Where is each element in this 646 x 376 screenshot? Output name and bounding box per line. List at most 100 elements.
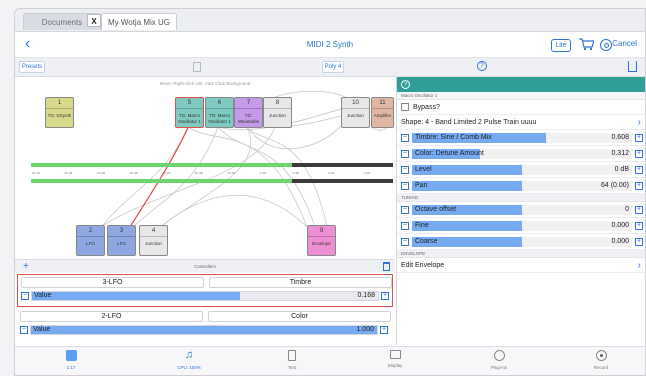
unit-7-node[interactable]: 7 TG: Wavetable xyxy=(234,97,263,128)
edit-envelope-row[interactable]: Edit Envelope › xyxy=(397,258,645,273)
increment-button[interactable]: + xyxy=(635,206,643,214)
decrement-button[interactable]: − xyxy=(401,222,409,230)
unit-2-node[interactable]: 2 LFO xyxy=(76,225,105,256)
param-row-coarse: − Coarse 0.000 + xyxy=(397,234,645,250)
poly-button[interactable]: Poly 4 xyxy=(322,61,344,73)
decrement-button[interactable]: − xyxy=(401,206,409,214)
decrement-button[interactable]: − xyxy=(20,326,28,334)
decrement-button[interactable]: − xyxy=(401,134,409,142)
text-button[interactable]: Text xyxy=(262,350,322,370)
increment-button[interactable]: + xyxy=(635,238,643,246)
unit-number: 2 xyxy=(77,226,104,237)
increment-button[interactable]: + xyxy=(635,182,643,190)
unit-5-node[interactable]: 5 TG: Macro Oscillator 1 xyxy=(175,97,204,128)
decrement-button[interactable]: − xyxy=(401,166,409,174)
param-slider[interactable]: Timbre: Sine / Comb Mix 0.608 xyxy=(412,133,632,143)
controller-target-button[interactable]: Timbre xyxy=(209,277,392,288)
unit-8-node[interactable]: 8 Junction xyxy=(263,97,292,128)
increment-button[interactable]: + xyxy=(635,222,643,230)
slider-value: 0.168 xyxy=(357,292,375,299)
controller-value-slider[interactable]: Value 0.168 xyxy=(31,291,379,301)
param-label: Color: Detune Amount xyxy=(415,150,484,157)
record-icon xyxy=(595,350,607,361)
param-slider[interactable]: Level 0 dB xyxy=(412,165,632,175)
lite-button[interactable]: Lite xyxy=(551,39,571,52)
decrement-button[interactable]: − xyxy=(21,292,29,300)
gear-icon[interactable] xyxy=(600,39,612,51)
controller-target-button[interactable]: Color xyxy=(208,311,391,322)
cart-icon[interactable] xyxy=(578,37,594,51)
unit-1-node[interactable]: 1 TG: DSynth xyxy=(45,97,74,128)
param-row-octave: − Octave offset 0 + xyxy=(397,202,645,218)
decrement-button[interactable]: − xyxy=(401,150,409,158)
increment-button[interactable]: + xyxy=(635,150,643,158)
decrement-button[interactable]: − xyxy=(401,238,409,246)
bypass-row[interactable]: Bypass? xyxy=(397,100,645,115)
controller-source-button[interactable]: 2-LFO xyxy=(20,311,203,322)
param-row-timbre: − Timbre: Sine / Comb Mix 0.608 + xyxy=(397,130,645,146)
unit-label: TG: DSynth xyxy=(47,113,72,118)
controller-value-row: − Value 1.000 + xyxy=(20,325,388,336)
bypass-label: Bypass? xyxy=(413,104,440,111)
unit-number: 11 xyxy=(372,98,393,109)
increment-button[interactable]: + xyxy=(635,166,643,174)
increment-button[interactable]: + xyxy=(381,292,389,300)
trash-icon[interactable] xyxy=(383,262,390,271)
param-slider[interactable]: Coarse 0.000 xyxy=(412,237,632,247)
music-note-icon: ♫ xyxy=(184,349,194,361)
plugins-label: Plug-ins xyxy=(490,365,508,370)
increment-button[interactable]: + xyxy=(380,326,388,334)
param-slider[interactable]: Fine 0.000 xyxy=(412,221,632,231)
unit-label: TG: Macro Oscillator 1 xyxy=(178,113,201,124)
unit-label: Junction xyxy=(269,113,286,118)
close-tab-button[interactable]: X xyxy=(87,14,101,27)
help-icon[interactable]: ? xyxy=(477,61,487,71)
image-icon xyxy=(389,350,401,359)
meter-tick: -15 dB xyxy=(193,171,203,175)
mixer-button[interactable]: ♫ CPU: 100% xyxy=(159,349,219,371)
edit-envelope-label: Edit Envelope xyxy=(401,262,445,269)
param-slider[interactable]: Octave offset 0 xyxy=(412,205,632,215)
stop-button[interactable]: 1:17 xyxy=(41,350,101,370)
stop-icon xyxy=(65,350,77,361)
plugins-button[interactable]: Plug-ins xyxy=(469,350,529,370)
unit-4-node[interactable]: 4 Junction xyxy=(139,225,168,256)
slider-fill xyxy=(31,326,377,334)
param-slider[interactable]: Pan 64 (0.00) xyxy=(412,181,632,191)
unit-6-node[interactable]: 6 TG: Macro Oscillator 1 xyxy=(205,97,234,128)
increment-button[interactable]: + xyxy=(635,134,643,142)
unit-number: 9 xyxy=(308,226,335,237)
unit-11-node[interactable]: 11 Amplifier xyxy=(371,97,394,128)
unit-10-node[interactable]: 10 Junction xyxy=(341,97,370,128)
record-button[interactable]: Record xyxy=(571,350,631,370)
tab-my-wotja-mix[interactable]: My Wotja Mix UG xyxy=(101,13,177,30)
slider-fill xyxy=(412,181,522,191)
controller-group: 3-LFO Timbre − Value 0.168 + xyxy=(17,274,393,307)
cancel-button[interactable]: Cancel xyxy=(612,39,637,48)
controller-source-button[interactable]: 3-LFO xyxy=(21,277,204,288)
decrement-button[interactable]: − xyxy=(401,182,409,190)
unit-label: LFO xyxy=(86,241,95,246)
param-row-color: − Color: Detune Amount 0.312 + xyxy=(397,146,645,162)
share-icon[interactable] xyxy=(628,61,637,72)
meter-tick: -3 dB xyxy=(291,171,299,175)
controller-value-slider[interactable]: Value 1.000 xyxy=(30,325,378,335)
param-slider[interactable]: Color: Detune Amount 0.312 xyxy=(412,149,632,159)
display-button[interactable]: Display xyxy=(365,350,425,368)
patch-canvas[interactable]: Move; Right-click unit; Add: Click Backg… xyxy=(15,77,395,260)
grid-icon[interactable] xyxy=(193,62,201,72)
meter-tick: -10 dB xyxy=(226,171,236,175)
param-label: Fine xyxy=(415,222,429,229)
chevron-right-icon: › xyxy=(637,117,641,128)
unit-9-node[interactable]: 9 Envelope xyxy=(307,225,336,256)
meter-right-fill xyxy=(31,179,292,183)
help-icon[interactable]: ? xyxy=(401,80,410,89)
display-label: Display xyxy=(387,363,403,368)
param-label: Coarse xyxy=(415,238,438,245)
slider-fill xyxy=(32,292,240,300)
shape-row[interactable]: Shape: 4 - Band Limited 2 Pulse Train uu… xyxy=(397,115,645,130)
bypass-checkbox[interactable] xyxy=(401,103,409,112)
unit-3-node[interactable]: 3 LFO xyxy=(107,225,136,256)
presets-button[interactable]: Presets xyxy=(19,61,45,73)
toolbar: Presets Poly 4 ? xyxy=(15,58,645,77)
